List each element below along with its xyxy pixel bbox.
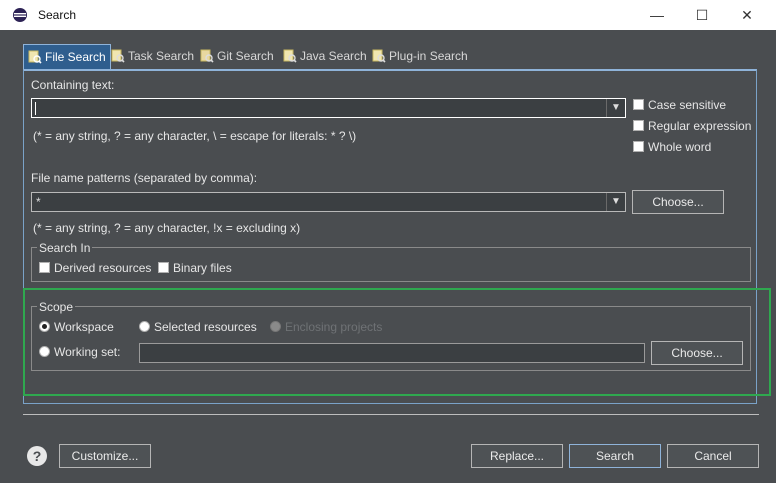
regex-label[interactable]: Regular expression — [648, 119, 751, 133]
tab-label: File Search — [45, 50, 106, 64]
footer-separator — [23, 414, 759, 415]
java-search-icon — [283, 49, 297, 63]
containing-text-combo[interactable]: ▼ — [31, 98, 626, 118]
derived-resources-checkbox[interactable] — [39, 262, 50, 273]
help-icon[interactable]: ? — [27, 446, 47, 466]
whole-word-checkbox[interactable] — [633, 141, 644, 152]
file-patterns-value: * — [36, 195, 41, 209]
scope-highlight-box — [23, 288, 771, 396]
containing-text-hint: (* = any string, ? = any character, \ = … — [33, 129, 357, 143]
chevron-down-icon[interactable]: ▼ — [606, 99, 625, 117]
search-in-legend: Search In — [37, 241, 93, 255]
tab-file-search[interactable]: File Search — [23, 44, 111, 70]
tab-plugin-search[interactable]: Plug-in Search — [372, 44, 468, 68]
minimize-button[interactable]: — — [634, 0, 680, 30]
regex-checkbox[interactable] — [633, 120, 644, 131]
binary-files-label[interactable]: Binary files — [173, 261, 232, 275]
task-search-icon — [111, 49, 125, 63]
replace-button[interactable]: Replace... — [471, 444, 563, 468]
tab-label: Task Search — [128, 49, 195, 63]
search-button[interactable]: Search — [569, 444, 661, 468]
whole-word-label[interactable]: Whole word — [648, 140, 711, 154]
tab-git-search[interactable]: Git Search — [200, 44, 274, 68]
chevron-down-icon[interactable]: ▼ — [606, 193, 625, 211]
file-patterns-hint: (* = any string, ? = any character, !x =… — [33, 221, 301, 235]
file-search-icon — [28, 50, 42, 64]
tab-label: Java Search — [300, 49, 367, 63]
case-sensitive-label[interactable]: Case sensitive — [648, 98, 726, 112]
window-title: Search — [38, 8, 77, 22]
file-patterns-combo[interactable]: * ▼ — [31, 192, 626, 212]
file-patterns-label: File name patterns (separated by comma): — [31, 171, 258, 185]
close-button[interactable]: ✕ — [724, 0, 770, 30]
plugin-search-icon — [372, 49, 386, 63]
tab-label: Git Search — [217, 49, 274, 63]
tab-label: Plug-in Search — [389, 49, 468, 63]
choose-patterns-button[interactable]: Choose... — [632, 190, 724, 214]
case-sensitive-checkbox[interactable] — [633, 99, 644, 110]
git-search-icon — [200, 49, 214, 63]
binary-files-checkbox[interactable] — [158, 262, 169, 273]
customize-button[interactable]: Customize... — [59, 444, 151, 468]
tab-task-search[interactable]: Task Search — [111, 44, 194, 68]
title-bar: Search — ☐ ✕ — [0, 0, 776, 30]
cancel-button[interactable]: Cancel — [667, 444, 759, 468]
eclipse-icon — [13, 8, 27, 22]
containing-text-label: Containing text: — [31, 78, 115, 92]
tab-bar: File Search Task Search Git Search Java … — [23, 44, 758, 70]
derived-resources-label[interactable]: Derived resources — [54, 261, 151, 275]
maximize-button[interactable]: ☐ — [679, 0, 725, 30]
tab-java-search[interactable]: Java Search — [283, 44, 367, 68]
text-cursor — [35, 102, 36, 115]
